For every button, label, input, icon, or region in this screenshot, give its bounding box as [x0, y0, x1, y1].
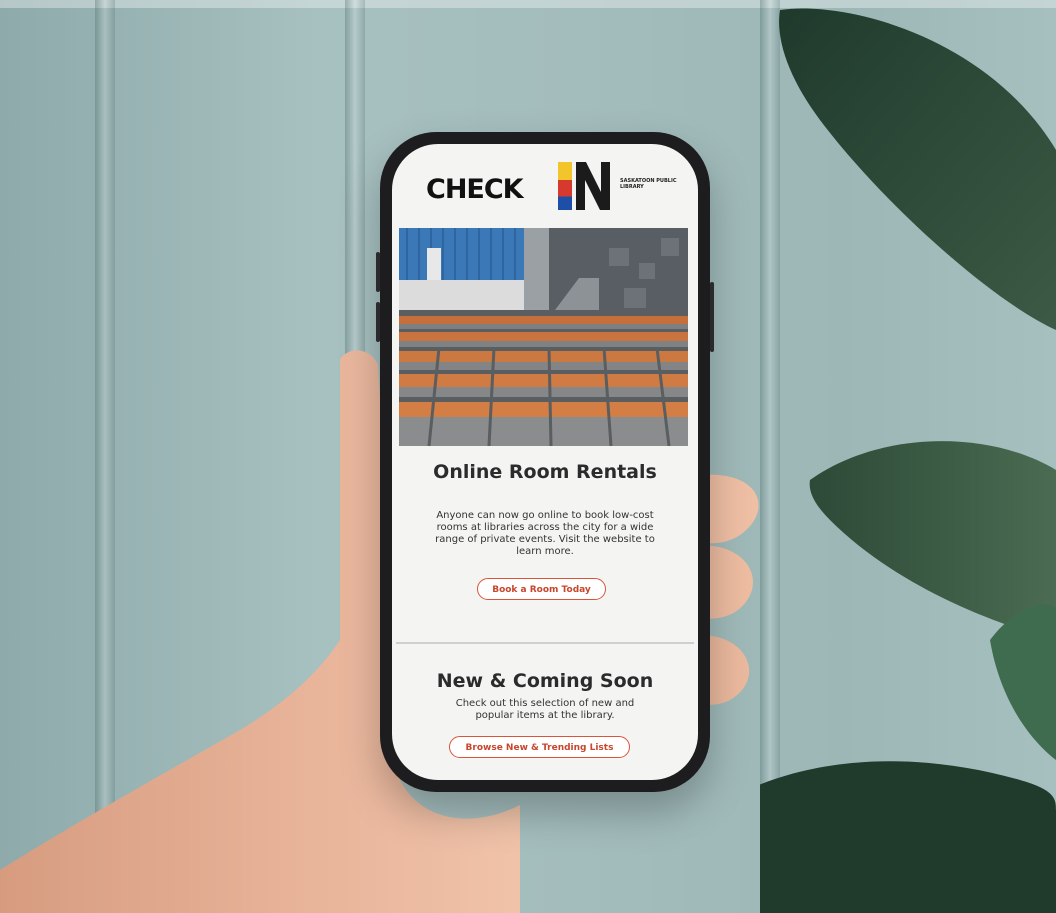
photo-scene: CHECK SASKATOON PUBLIC LIBRARY Online Ro…	[0, 0, 1056, 913]
checkin-logo: CHECK SASKATOON PUBLIC LIBRARY	[426, 162, 677, 212]
smartphone: CHECK SASKATOON PUBLIC LIBRARY Online Ro…	[376, 132, 714, 792]
leaf-right	[990, 604, 1056, 760]
plant-leaves	[760, 8, 1056, 913]
library-name: SASKATOON PUBLIC LIBRARY	[620, 178, 677, 190]
section-body-new-coming-soon: Check out this selection of new and popu…	[455, 698, 635, 721]
leaf-top	[779, 8, 1056, 331]
section-title-room-rentals: Online Room Rentals	[433, 461, 657, 483]
book-room-button[interactable]: Book a Room Today	[477, 578, 606, 600]
logo-check-text: CHECK	[426, 174, 524, 205]
auditorium-image	[399, 228, 688, 446]
logo-letter-n	[576, 162, 610, 210]
leaf-bottom	[760, 761, 1056, 913]
auditorium-seats	[399, 316, 688, 446]
phone-screen: CHECK SASKATOON PUBLIC LIBRARY Online Ro…	[392, 144, 698, 780]
section-title-new-coming-soon: New & Coming Soon	[436, 670, 654, 692]
section-body-room-rentals: Anyone can now go online to book low-cos…	[435, 510, 655, 557]
volume-down-button	[376, 302, 380, 342]
volume-up-button	[376, 252, 380, 292]
power-button	[710, 282, 714, 352]
leaf-middle	[809, 441, 1056, 640]
logo-letter-i	[558, 162, 572, 210]
section-divider	[396, 642, 694, 644]
browse-lists-button[interactable]: Browse New & Trending Lists	[449, 736, 630, 758]
